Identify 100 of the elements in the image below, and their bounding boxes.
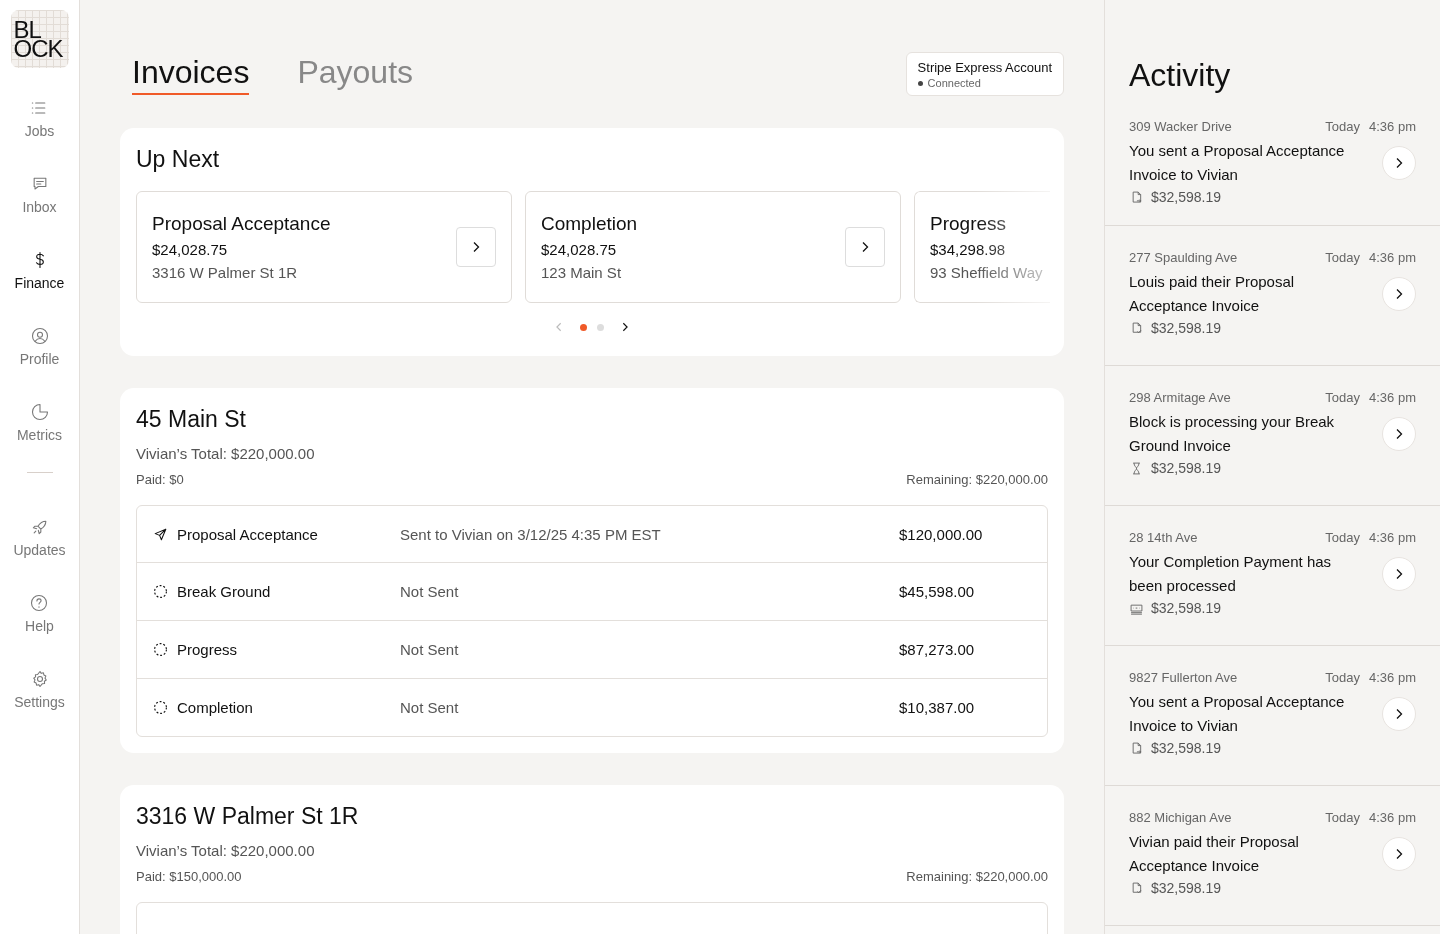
account-button[interactable]: Stripe Express Account Connected [905, 52, 1064, 96]
open-button[interactable] [1382, 277, 1416, 311]
invoice-row[interactable]: Progress Not Sent $87,273.00 [137, 620, 1047, 678]
property-title: 45 Main St [136, 406, 247, 433]
dashed-circle-icon [153, 642, 168, 657]
invoice-card[interactable]: Proposal Acceptance $24,028.75 3316 W Palmer St 1R [136, 191, 512, 303]
activity-address: 9827 Fullerton Ave [1129, 670, 1238, 685]
activity-address: 298 Armitage Ave [1129, 390, 1231, 405]
invoice-name: Proposal Acceptance [177, 525, 318, 543]
nav-item[interactable]: Updates [13, 517, 66, 593]
invoice-row[interactable]: Completion Not Sent $10,387.00 [137, 678, 1047, 736]
invoice-row[interactable]: Proposal Acceptance Sent to Vivian on 3/12/25 4:35 PM EST $120,000.00 [137, 506, 1047, 562]
page-dot[interactable] [580, 323, 587, 331]
user-icon [29, 326, 50, 346]
activity-amount: $32,598.19 [1151, 600, 1222, 616]
activity-address: 28 14th Ave [1129, 530, 1198, 545]
chevron-right-icon [620, 322, 630, 332]
nav-item[interactable]: Inbox [22, 174, 57, 250]
activity-day: Today [1325, 530, 1360, 545]
chevron-left-icon [554, 322, 564, 332]
activity-item[interactable]: 277 Spaulding Ave Today 4:36 pm Louis paid their Proposal Acceptance Invoice $32,598.19 [1105, 226, 1440, 366]
property-title: 3316 W Palmer St 1R [136, 803, 360, 830]
block-logo[interactable]: BL OCK [10, 10, 69, 68]
activity-address: 277 Spaulding Ave [1129, 250, 1238, 265]
activity-day: Today [1325, 119, 1360, 134]
nav-item[interactable]: Profile [19, 326, 60, 402]
total-text: Vivian’s Total: $220,000.00 [136, 842, 316, 859]
invoice-amount: $10,387.00 [899, 699, 976, 716]
invoice-amount: $87,273.00 [899, 641, 976, 658]
activity-time: 4:36 pm [1369, 810, 1416, 825]
activity-item[interactable]: 9827 Fullerton Ave Today 4:36 pm You sent a Proposal Acceptance Invoice to Vivian $32,598.19 [1105, 646, 1440, 786]
activity-message: You sent a Proposal Acceptance Invoice to Vivian [1129, 141, 1346, 185]
open-button[interactable] [1382, 697, 1416, 731]
nav-item[interactable]: Settings [14, 669, 65, 745]
open-button[interactable] [456, 227, 496, 267]
tab[interactable]: Invoices [132, 53, 250, 95]
paid-text: Paid: $150,000.00 [136, 869, 242, 884]
activity-message: Block is processing your Break Ground Invoice [1129, 412, 1336, 456]
invoice-amount: $34,298.98 [930, 241, 1007, 258]
activity-item[interactable]: 298 Armitage Ave Today 4:36 pm Block is processing your Break Ground Invoice $32,598.19 [1105, 366, 1440, 506]
send-icon [153, 526, 168, 542]
invoice-row[interactable]: Break Ground Not Sent $45,598.00 [137, 562, 1047, 620]
help-icon [29, 593, 50, 613]
invoice-address: 93 Sheffield Way [930, 264, 1043, 281]
invoice-amount: $120,000.00 [899, 525, 984, 543]
invoice-name: Progress [177, 641, 238, 658]
activity-item[interactable]: 882 Michigan Ave Today 4:36 pm Vivian paid their Proposal Acceptance Invoice $32,598.19 [1105, 786, 1440, 926]
activity-time: 4:36 pm [1369, 250, 1416, 265]
open-button[interactable] [1382, 146, 1416, 180]
invoice-status: Not Sent [400, 583, 460, 600]
invoice-amount: $24,028.75 [152, 241, 229, 258]
page-dot[interactable] [597, 323, 604, 331]
invoice-address: 123 Main St [541, 264, 623, 281]
nav-item[interactable]: Finance [14, 250, 65, 326]
activity-amount: $32,598.19 [1151, 320, 1222, 336]
activity-title: Activity [1128, 56, 1232, 95]
dashed-circle-icon [153, 700, 168, 715]
invoice-status: Not Sent [400, 641, 460, 658]
section-title: Up Next [136, 146, 221, 173]
invoice-amount: $45,598.00 [899, 583, 976, 600]
open-button[interactable] [1382, 837, 1416, 871]
invoice-title: Proposal Acceptance [152, 213, 331, 235]
pie-icon [29, 402, 50, 422]
open-button[interactable] [1382, 557, 1416, 591]
activity-time: 4:36 pm [1369, 670, 1416, 685]
remaining-text: Remaining: $220,000.00 [906, 472, 1048, 487]
activity-amount: $32,598.19 [1151, 189, 1222, 205]
invoice-title: Completion [541, 213, 638, 235]
activity-item[interactable]: 309 Wacker Drive Today 4:36 pm You sent a Proposal Acceptance Invoice to Vivian $32,598.19 [1105, 108, 1440, 226]
activity-amount: $32,598.19 [1151, 880, 1222, 896]
activity-item[interactable]: 28 14th Ave Today 4:36 pm Your Completion Payment has been processed $32,598.19 [1105, 506, 1440, 646]
invoice-title: Progress [930, 213, 1008, 235]
activity-day: Today [1325, 810, 1360, 825]
activity-address: 309 Wacker Drive [1129, 119, 1232, 134]
invoice-name: Completion [177, 699, 253, 716]
activity-amount: $32,598.19 [1151, 740, 1222, 756]
invoice-name: Break Ground [177, 583, 271, 600]
invoice-card[interactable]: Progress $34,298.98 93 Sheffield Way [914, 191, 1050, 303]
activity-amount: $32,598.19 [1151, 460, 1222, 476]
activity-message: Louis paid their Proposal Acceptance Invoice [1129, 272, 1296, 316]
activity-day: Today [1325, 250, 1360, 265]
invoice-status: Not Sent [400, 699, 460, 716]
nav-item[interactable]: Jobs [24, 98, 55, 174]
activity-time: 4:36 pm [1369, 119, 1416, 134]
open-button[interactable] [1382, 417, 1416, 451]
activity-address: 882 Michigan Ave [1129, 810, 1232, 825]
activity-day: Today [1325, 390, 1360, 405]
paid-text: Paid: $0 [136, 472, 184, 487]
invoice-card[interactable]: Completion $24,028.75 123 Main St [525, 191, 901, 303]
open-button[interactable] [845, 227, 885, 267]
activity-message: Your Completion Payment has been processed [1129, 552, 1333, 596]
total-text: Vivian’s Total: $220,000.00 [136, 445, 316, 462]
nav-item[interactable]: Metrics [16, 402, 63, 478]
invoice-status: Sent to Vivian on 3/12/25 4:35 PM EST [400, 525, 662, 543]
invoice-address: 3316 W Palmer St 1R [152, 264, 299, 281]
nav-item[interactable]: Help [25, 593, 54, 669]
invoice-amount: $24,028.75 [541, 241, 618, 258]
activity-time: 4:36 pm [1369, 530, 1416, 545]
remaining-text: Remaining: $220,000.00 [906, 869, 1048, 884]
activity-time: 4:36 pm [1369, 390, 1416, 405]
